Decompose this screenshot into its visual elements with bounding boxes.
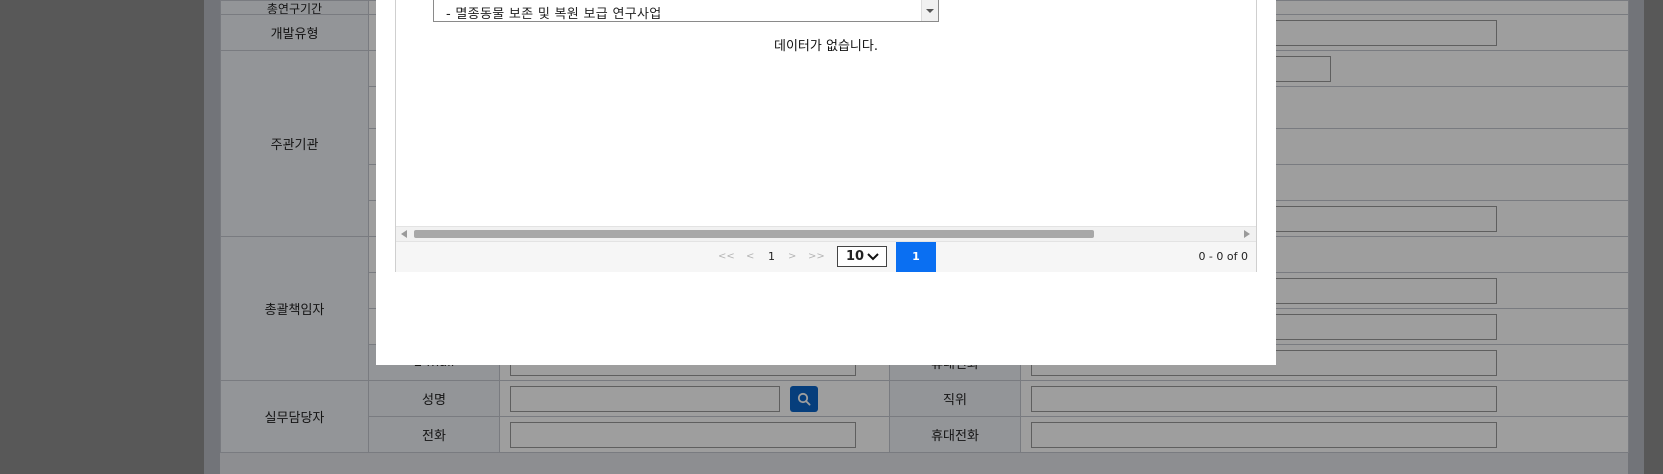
page-size-value: 10 <box>846 249 865 264</box>
page-size-select[interactable]: 10 <box>837 246 887 267</box>
empty-message: 데이터가 없습니다. <box>774 39 878 54</box>
active-page-button[interactable]: 1 <box>896 242 936 272</box>
scroll-left-icon[interactable] <box>401 230 407 238</box>
result-grid: 데이터가 없습니다. << < 1 > >> 10 1 0 - 0 of 0 <box>395 0 1257 272</box>
scroll-down-icon[interactable] <box>926 9 934 13</box>
scroll-thumb[interactable] <box>414 230 1094 238</box>
search-modal: 데이터가 없습니다. << < 1 > >> 10 1 0 - 0 of 0 <box>376 0 1276 365</box>
record-range: 0 - 0 of 0 <box>1198 250 1248 263</box>
last-page-button[interactable]: >> <box>808 251 825 262</box>
project-dropdown-list[interactable]: - 멸종동물 보존 및 복원 보급 연구사업 <box>433 0 939 22</box>
first-page-button[interactable]: << <box>718 251 735 262</box>
dropdown-option[interactable]: - 멸종동물 보존 및 복원 보급 연구사업 <box>446 3 662 22</box>
horizontal-scrollbar[interactable] <box>396 226 1256 241</box>
scroll-right-icon[interactable] <box>1244 230 1250 238</box>
next-page-button[interactable]: > <box>788 251 796 262</box>
current-page-number[interactable]: 1 <box>768 250 775 263</box>
chevron-down-icon <box>867 253 879 261</box>
dropdown-scrollbar[interactable] <box>921 0 938 21</box>
prev-page-button[interactable]: < <box>746 251 754 262</box>
pagination-bar: << < 1 > >> 10 1 0 - 0 of 0 <box>396 241 1256 272</box>
